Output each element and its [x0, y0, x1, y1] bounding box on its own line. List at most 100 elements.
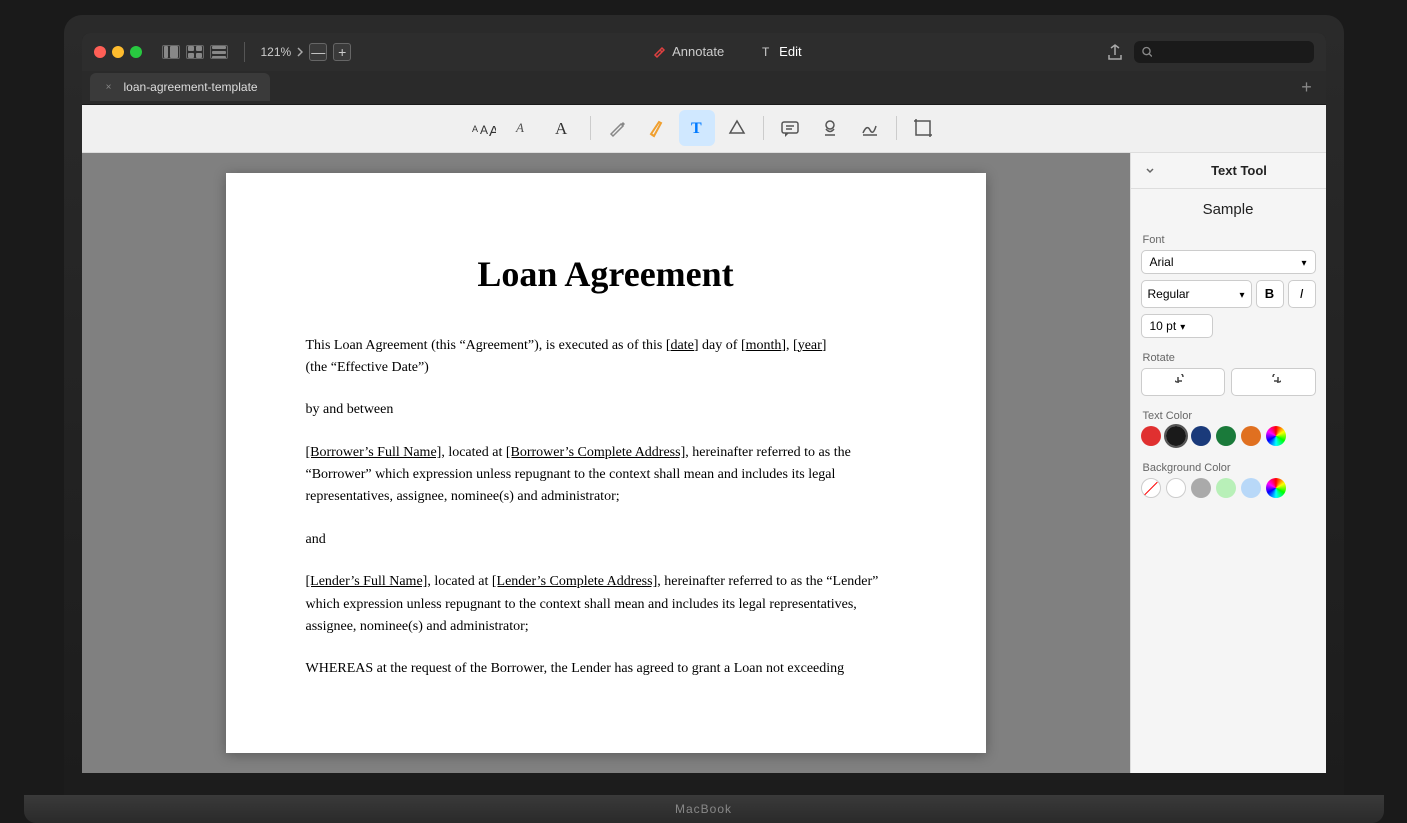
search-icon — [1142, 46, 1153, 58]
grid-view-icon[interactable] — [186, 45, 204, 59]
toolbar-separator-1 — [590, 116, 591, 140]
font-family-dropdown[interactable]: Arial — [1141, 250, 1316, 274]
bg-color-none[interactable] — [1141, 478, 1161, 498]
pdf-body: This Loan Agreement (this “Agreement”), … — [306, 335, 906, 681]
text-color-orange[interactable] — [1241, 426, 1261, 446]
stamp-tool-button[interactable] — [812, 110, 848, 146]
panel-title: Text Tool — [1161, 163, 1318, 178]
pdf-page: Loan Agreement This Loan Agreement (this… — [226, 173, 986, 753]
crop-tool-button[interactable] — [905, 110, 941, 146]
paragraph-5: [Lender’s Full Name], located at [Lender… — [306, 571, 906, 638]
tab-bar: × loan-agreement-template + — [82, 71, 1326, 105]
month-placeholder: [month] — [741, 338, 786, 353]
text-color-black[interactable] — [1166, 426, 1186, 446]
svg-text:A: A — [515, 120, 524, 135]
text-color-green[interactable] — [1216, 426, 1236, 446]
rotate-right-button[interactable] — [1231, 368, 1316, 396]
highlight-tool-button[interactable] — [639, 110, 675, 146]
toolbar-separator-2 — [763, 116, 764, 140]
font-style-row: Regular B I — [1141, 280, 1316, 308]
font-style-dropdown[interactable]: Regular — [1141, 280, 1252, 308]
close-button[interactable] — [94, 46, 106, 58]
font-size-row: 10 pt — [1141, 314, 1316, 338]
borrower-address-placeholder: [Borrower’s Complete Address] — [506, 445, 685, 460]
font-size-value: 10 pt — [1150, 319, 1177, 333]
rotate-left-button[interactable] — [1141, 368, 1226, 396]
year-placeholder: [year] — [793, 338, 826, 353]
text-color-section-label: Text Color — [1131, 402, 1326, 426]
pencil-tool-button[interactable] — [599, 110, 635, 146]
svg-text:T: T — [691, 120, 702, 137]
text-color-red[interactable] — [1141, 426, 1161, 446]
bg-color-light-blue[interactable] — [1241, 478, 1261, 498]
tab-close-button[interactable]: × — [102, 80, 116, 94]
font-section-label: Font — [1131, 226, 1326, 250]
maximize-button[interactable] — [130, 46, 142, 58]
bg-color-section-label: Background Color — [1131, 454, 1326, 478]
rotate-controls — [1141, 368, 1316, 396]
font-style-chevron-icon — [1239, 287, 1244, 301]
list-view-icon[interactable] — [210, 45, 228, 59]
toolbar-separator-3 — [896, 116, 897, 140]
paragraph-3: [Borrower’s Full Name], located at [Borr… — [306, 442, 906, 509]
lender-name-placeholder: [Lender’s Full Name] — [306, 574, 428, 589]
large-text-tool-button[interactable]: A — [546, 110, 582, 146]
font-size-dropdown[interactable]: 10 pt — [1141, 314, 1213, 338]
shapes-tool-button[interactable] — [719, 110, 755, 146]
panel-header: Text Tool — [1131, 153, 1326, 189]
paragraph-1: This Loan Agreement (this “Agreement”), … — [306, 335, 906, 380]
bg-color-multicolor[interactable] — [1266, 478, 1286, 498]
view-icons — [162, 45, 228, 59]
sidebar-view-icon[interactable] — [162, 45, 180, 59]
zoom-decrease-button[interactable]: — — [309, 43, 327, 61]
text-color-dark-blue[interactable] — [1191, 426, 1211, 446]
traffic-lights — [94, 46, 142, 58]
small-text-tool-button[interactable]: A — [506, 110, 542, 146]
text-resize-tool-button[interactable]: A A A — [466, 110, 502, 146]
text-tool-button[interactable]: T — [679, 110, 715, 146]
text-color-swatches — [1141, 426, 1316, 446]
annotation-toolbar: A A A A A — [82, 105, 1326, 153]
comment-tool-button[interactable] — [772, 110, 808, 146]
document-tab[interactable]: × loan-agreement-template — [90, 73, 270, 101]
rotate-section-label: Rotate — [1131, 344, 1326, 368]
svg-text:T: T — [762, 45, 770, 59]
search-input[interactable] — [1158, 45, 1305, 59]
bg-color-gray[interactable] — [1191, 478, 1211, 498]
paragraph-2: by and between — [306, 399, 906, 421]
panel-sample-text: Sample — [1131, 189, 1326, 226]
minimize-button[interactable] — [112, 46, 124, 58]
text-color-multicolor[interactable] — [1266, 426, 1286, 446]
title-center: Annotate T Edit — [363, 41, 1091, 62]
svg-text:A: A — [472, 124, 478, 134]
annotate-button[interactable]: Annotate — [645, 41, 732, 62]
font-family-chevron-icon — [1301, 255, 1306, 269]
title-right — [1104, 41, 1314, 63]
share-button[interactable] — [1104, 41, 1126, 63]
main-content: Loan Agreement This Loan Agreement (this… — [82, 153, 1326, 773]
borrower-name-placeholder: [Borrower’s Full Name] — [306, 445, 442, 460]
bold-button[interactable]: B — [1256, 280, 1284, 308]
font-size-chevron-icon — [1180, 319, 1185, 333]
italic-button[interactable]: I — [1288, 280, 1316, 308]
font-style-value: Regular — [1148, 287, 1190, 301]
paragraph-4: and — [306, 529, 906, 551]
paragraph-6: WHEREAS at the request of the Borrower, … — [306, 658, 906, 680]
zoom-control: 121% — + — [261, 43, 352, 61]
divider — [244, 42, 245, 62]
panel-collapse-button[interactable] — [1139, 159, 1161, 181]
signature-tool-button[interactable] — [852, 110, 888, 146]
svg-text:A: A — [555, 119, 568, 138]
lender-address-placeholder: [Lender’s Complete Address] — [492, 574, 657, 589]
date-placeholder: [date] — [666, 338, 699, 353]
bg-color-swatches — [1141, 478, 1316, 498]
search-bar[interactable] — [1134, 41, 1314, 63]
svg-text:A: A — [480, 123, 488, 137]
right-panel: Text Tool Sample Font Arial Regular B I — [1130, 153, 1326, 773]
bg-color-white[interactable] — [1166, 478, 1186, 498]
pdf-viewer[interactable]: Loan Agreement This Loan Agreement (this… — [82, 153, 1130, 773]
zoom-increase-button[interactable]: + — [333, 43, 351, 61]
tab-add-button[interactable]: + — [1296, 76, 1318, 98]
bg-color-light-green[interactable] — [1216, 478, 1236, 498]
edit-button[interactable]: T Edit — [752, 41, 809, 62]
